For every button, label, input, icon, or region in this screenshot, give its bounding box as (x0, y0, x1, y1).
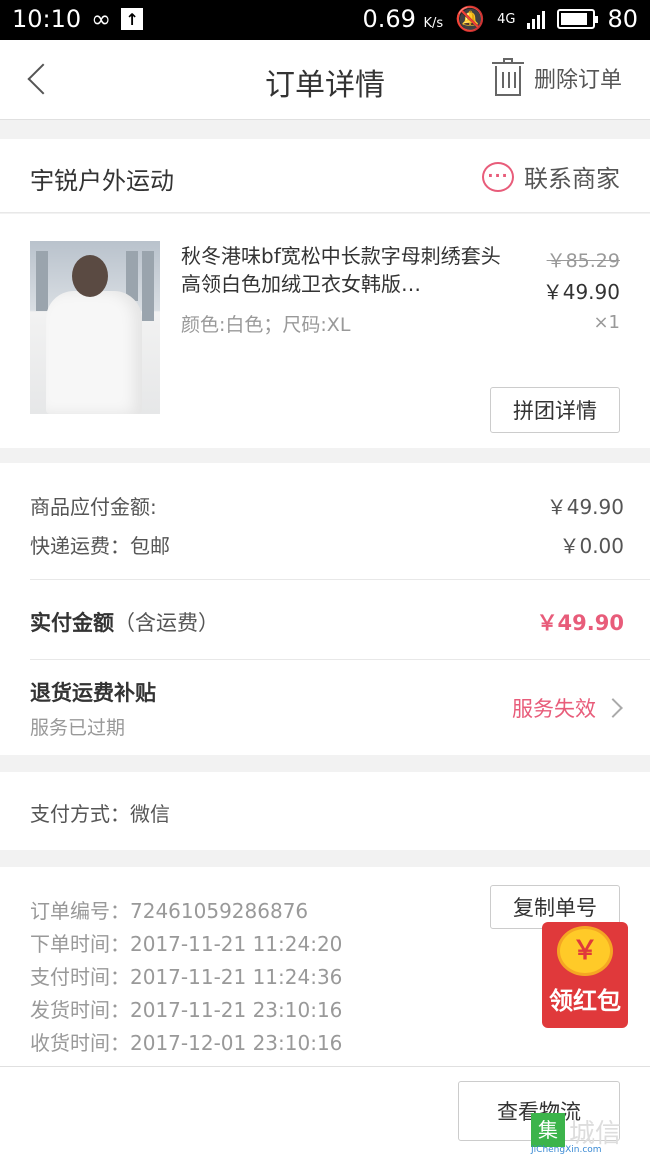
contact-seller-button[interactable]: 联系商家 (482, 159, 620, 194)
shipping-label: 快递运费：包邮 (30, 534, 170, 558)
return-shipping-subsidy-title: 退货运费补贴 (30, 681, 156, 705)
divider (30, 659, 650, 660)
page-header: 订单详情 删除订单 (0, 40, 650, 120)
goods-amount-label: 商品应付金额: (30, 495, 157, 519)
divider (30, 579, 650, 580)
service-expired-link[interactable]: 服务失效 (512, 693, 623, 723)
signal-icon (527, 9, 546, 29)
return-shipping-subsidy-status: 服务已过期 (30, 717, 126, 739)
receive-time: 收货时间：2017-12-01 23:10:16 (30, 1031, 343, 1055)
status-time: 10:10 (12, 5, 82, 33)
original-price: ￥85.29 (546, 250, 620, 272)
payment-time: 支付时间：2017-11-21 11:24:36 (30, 965, 343, 989)
product-title[interactable]: 秋冬港味bf宽松中长款字母刺绣套头高领白色加绒卫衣女韩版… (181, 242, 501, 298)
network-speed: 0.69 K/s (362, 5, 444, 33)
watermark-logo: 集 城信 JiChengXin.com (531, 1113, 646, 1155)
payment-section: 支付方式：微信 (0, 772, 650, 850)
service-expired-label: 服务失效 (512, 697, 596, 721)
product-image[interactable] (30, 241, 160, 414)
payment-method: 支付方式：微信 (30, 802, 170, 826)
product-item: 秋冬港味bf宽松中长款字母刺绣套头高领白色加绒卫衣女韩版… 颜色:白色；尺码:X… (0, 214, 650, 448)
goods-amount-value: ￥49.90 (546, 495, 624, 519)
battery-level: 80 (607, 5, 638, 33)
contact-seller-label: 联系商家 (524, 165, 620, 193)
shipping-time: 发货时间：2017-11-21 23:10:16 (30, 998, 343, 1022)
red-packet-button[interactable]: ￥ 领红包 (542, 922, 628, 1028)
upload-icon: ↑ (121, 8, 144, 30)
status-bar: 10:10 ∞ ↑ 0.69 K/s 🔕 4G 80 (0, 0, 650, 40)
total-paid-value: ￥49.90 (536, 611, 624, 635)
order-number: 订单编号：72461059286876 (30, 899, 309, 923)
product-price: ￥49.90 (542, 280, 620, 304)
chat-bubble-icon (482, 161, 514, 192)
mute-icon: 🔕 (455, 5, 486, 33)
red-packet-label: 领红包 (549, 987, 621, 1015)
loop-icon: ∞ (91, 5, 112, 33)
trash-icon (491, 58, 524, 96)
delete-order-button[interactable]: 删除订单 (491, 58, 622, 96)
battery-icon (557, 9, 599, 29)
shop-name[interactable]: 宇锐户外运动 (30, 161, 174, 196)
coin-icon: ￥ (557, 926, 613, 976)
group-buy-details-button[interactable]: 拼团详情 (490, 387, 620, 433)
order-time: 下单时间：2017-11-21 11:24:20 (30, 932, 343, 956)
delete-order-label: 删除订单 (533, 68, 622, 93)
network-type: 4G (497, 11, 516, 27)
shop-section: 宇锐户外运动 联系商家 (0, 139, 650, 213)
product-spec: 颜色:白色；尺码:XL (181, 314, 351, 336)
product-quantity: ×1 (593, 312, 620, 333)
total-paid-label: 实付金额（含运费） (30, 611, 219, 635)
shipping-value: ￥0.00 (559, 534, 624, 558)
amounts-section: 商品应付金额: ￥49.90 快递运费：包邮 ￥0.00 实付金额（含运费） ￥… (0, 463, 650, 755)
bottom-action-bar: 查看物流 集 城信 JiChengXin.com (0, 1066, 650, 1155)
chevron-right-icon (603, 698, 623, 718)
